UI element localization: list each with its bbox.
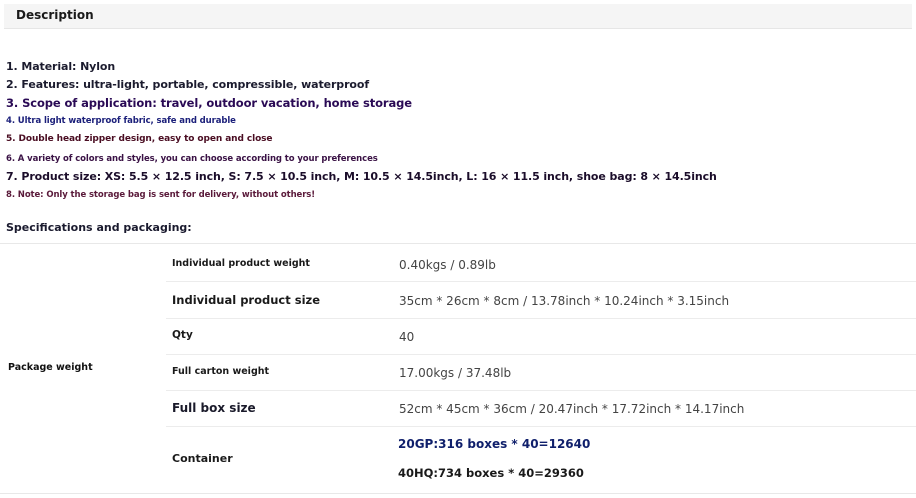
spec-value-box-size: 52cm * 45cm * 36cm / 20.47inch * 17.72in… — [399, 402, 745, 416]
row-divider — [166, 426, 916, 427]
feature-note: 8. Note: Only the storage bag is sent fo… — [6, 190, 316, 200]
spec-key-product-weight: Individual product weight — [172, 258, 310, 269]
spec-key-box-size: Full box size — [172, 401, 256, 415]
specs-heading: Specifications and packaging: — [6, 221, 192, 234]
spec-key-container: Container — [172, 452, 233, 465]
row-divider — [166, 390, 916, 391]
description-header: Description — [4, 4, 912, 29]
spec-key-qty: Qty — [172, 329, 193, 341]
package-weight-label: Package weight — [8, 362, 93, 373]
table-top-border — [0, 243, 916, 244]
feature-product-size: 7. Product size: XS: 5.5 × 12.5 inch, S:… — [6, 170, 717, 183]
spec-value-carton-weight: 17.00kgs / 37.48lb — [399, 366, 512, 380]
feature-colors: 6. A variety of colors and styles, you c… — [6, 154, 378, 164]
row-divider — [166, 281, 916, 282]
description-title: Description — [16, 8, 94, 22]
spec-value-product-size: 35cm * 26cm * 8cm / 13.78inch * 10.24inc… — [399, 294, 730, 308]
feature-features: 2. Features: ultra-light, portable, comp… — [6, 78, 370, 91]
spec-value-container-40hq: 40HQ:734 boxes * 40=29360 — [398, 466, 584, 480]
row-divider — [166, 354, 916, 355]
feature-scope: 3. Scope of application: travel, outdoor… — [6, 96, 412, 110]
spec-value-container-20gp: 20GP:316 boxes * 40=12640 — [398, 437, 591, 451]
spec-key-carton-weight: Full carton weight — [172, 366, 270, 377]
feature-zipper: 5. Double head zipper design, easy to op… — [6, 134, 273, 144]
table-bottom-border — [0, 493, 916, 494]
spec-key-product-size: Individual product size — [172, 293, 321, 307]
feature-material: 1. Material: Nylon — [6, 60, 116, 73]
row-divider — [166, 318, 916, 319]
feature-fabric: 4. Ultra light waterproof fabric, safe a… — [6, 116, 236, 126]
spec-value-product-weight: 0.40kgs / 0.89lb — [399, 258, 496, 272]
spec-value-qty: 40 — [399, 330, 415, 344]
